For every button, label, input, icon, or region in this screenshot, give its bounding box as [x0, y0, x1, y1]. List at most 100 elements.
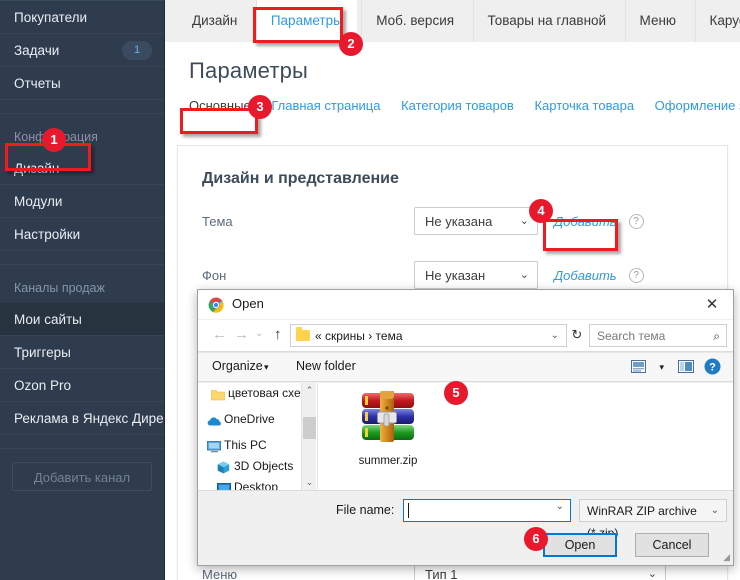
help-icon[interactable]: ? — [628, 267, 644, 283]
tab-menu[interactable]: Меню — [624, 0, 691, 42]
up-icon[interactable]: ↑ — [274, 326, 282, 343]
subtab-product-category[interactable]: Категория товаров — [401, 98, 514, 113]
file-name-label: summer.zip — [358, 455, 418, 467]
highlight-theme-add-link — [543, 219, 618, 251]
screen: Покупатели Задачи 1 Отчеты Конфигурация … — [0, 0, 740, 580]
dialog-toolbar: Organize ▾ New folder ▾ ? — [198, 352, 733, 382]
forward-icon[interactable]: → — [234, 326, 249, 343]
navigation-pane: цветовая схема OneDrive This PC 3D Objec… — [198, 383, 316, 490]
open-button[interactable]: Open — [543, 533, 617, 557]
search-input[interactable]: Search тема ⌕ — [589, 324, 727, 347]
top-tab-bar: Дизайн Параметры Моб. версия Товары на г… — [165, 0, 740, 42]
menu-select-value: Тип 1 — [425, 567, 458, 580]
search-icon: ⌕ — [713, 329, 720, 343]
theme-select-value: Не указана — [425, 214, 493, 229]
nav-item-desktop[interactable]: Desktop — [198, 477, 316, 490]
chevron-down-icon[interactable]: ▾ — [264, 362, 269, 373]
close-icon[interactable]: ✕ — [691, 290, 733, 320]
resize-grip-icon[interactable]: ◢ — [723, 552, 730, 563]
marker-3: 3 — [248, 95, 272, 119]
sidebar-item-modules[interactable]: Модули — [0, 185, 164, 218]
text-caret — [408, 503, 409, 518]
marker-6: 6 — [524, 527, 548, 551]
chevron-down-icon[interactable]: ⌄ — [551, 325, 559, 347]
nav-item-this-pc[interactable]: This PC — [198, 435, 316, 456]
sidebar-item-buyers[interactable]: Покупатели — [0, 1, 164, 34]
sidebar-item-label: Отчеты — [14, 76, 61, 91]
recent-locations-icon[interactable]: ⌄ — [255, 328, 263, 339]
help-icon[interactable]: ? — [628, 213, 644, 229]
scroll-down-icon[interactable]: ⌄ — [302, 475, 316, 490]
page-title: Параметры — [189, 58, 309, 83]
cube-icon — [217, 460, 231, 474]
sidebar-item-yandex-direct-ads[interactable]: Реклама в Яндекс Директ — [0, 402, 164, 435]
tab-design[interactable]: Дизайн — [178, 0, 251, 42]
sidebar-item-label: Настройки — [14, 227, 81, 242]
file-name-input[interactable]: ⌄ — [403, 499, 571, 522]
dialog-nav-bar: ← → ⌄ ↑ « скрины › тема ⌄ ↻ Search тема … — [198, 320, 733, 352]
file-list-pane[interactable]: summer.zip — [317, 383, 733, 490]
sidebar-item-label: Покупатели — [14, 10, 88, 25]
sidebar-spacer-1 — [0, 100, 164, 114]
sidebar-item-label: Задачи — [14, 43, 60, 58]
sidebar-item-triggers[interactable]: Триггеры — [0, 336, 164, 369]
chevron-down-icon[interactable]: ⌄ — [556, 501, 564, 512]
winrar-zip-icon — [362, 391, 414, 442]
dialog-title: Open — [232, 296, 264, 311]
marker-2: 2 — [339, 32, 363, 56]
sidebar-spacer-3 — [0, 435, 164, 449]
desktop-icon — [217, 481, 231, 490]
scroll-up-icon[interactable]: ⌃ — [302, 383, 316, 398]
sidebar-item-tasks[interactable]: Задачи 1 — [0, 34, 164, 67]
dialog-footer: File name: ⌄ WinRAR ZIP archive (*.zip) … — [198, 491, 733, 565]
help-icon[interactable]: ? — [704, 358, 721, 378]
scrollbar-thumb[interactable] — [303, 417, 316, 439]
cancel-button[interactable]: Cancel — [635, 533, 709, 557]
nav-item-onedrive[interactable]: OneDrive — [198, 409, 316, 430]
form-row-theme: Тема Не указана ⌄ Добавить ? — [178, 200, 727, 242]
theme-select[interactable]: Не указана ⌄ — [414, 207, 538, 235]
chevron-down-icon: ⌄ — [519, 269, 529, 281]
new-folder-button[interactable]: New folder — [296, 359, 356, 373]
preview-pane-icon[interactable] — [678, 360, 694, 376]
sidebar-item-my-sites[interactable]: Мои сайты — [0, 303, 164, 336]
background-label: Фон — [202, 267, 227, 283]
nav-item-color-scheme[interactable]: цветовая схема — [198, 383, 316, 404]
chevron-down-icon: ⌄ — [710, 505, 719, 516]
view-mode-icon[interactable] — [631, 360, 646, 376]
theme-label: Тема — [202, 213, 233, 229]
open-file-dialog: Open ✕ ← → ⌄ ↑ « скрины › тема ⌄ ↻ Searc… — [197, 289, 734, 566]
sidebar-item-reports[interactable]: Отчеты — [0, 67, 164, 100]
refresh-icon[interactable]: ↻ — [569, 324, 585, 347]
chevron-down-icon[interactable]: ▾ — [659, 362, 664, 373]
subtab-home-page[interactable]: Главная страница — [271, 98, 380, 113]
tab-home-products[interactable]: Товары на главной — [472, 0, 621, 42]
organize-button[interactable]: Organize — [212, 359, 263, 373]
tab-carousel[interactable]: Карусель — [694, 0, 740, 42]
background-add-link[interactable]: Добавить — [554, 268, 617, 283]
nav-item-label: 3D Objects — [234, 459, 294, 473]
subtab-product-card[interactable]: Карточка товара — [534, 98, 634, 113]
sidebar-item-settings[interactable]: Настройки — [0, 218, 164, 251]
chevron-down-icon: ⌄ — [519, 215, 529, 227]
nav-item-label: This PC — [224, 438, 267, 452]
add-channel-button[interactable]: Добавить канал — [12, 462, 152, 491]
search-placeholder: Search тема — [597, 329, 666, 343]
sidebar-spacer-2 — [0, 251, 164, 265]
sidebar-item-ozon-pro[interactable]: Ozon Pro — [0, 369, 164, 402]
file-item-summer-zip[interactable]: summer.zip — [340, 389, 436, 467]
background-select[interactable]: Не указан ⌄ — [414, 261, 538, 289]
panel-heading: Дизайн и представление — [202, 170, 399, 187]
address-bar[interactable]: « скрины › тема ⌄ — [290, 324, 567, 347]
dialog-title-bar: Open ✕ — [198, 290, 733, 320]
folder-icon — [210, 387, 226, 401]
file-type-select[interactable]: WinRAR ZIP archive (*.zip) ⌄ — [579, 499, 727, 540]
navpane-scrollbar[interactable]: ⌃ ⌄ — [301, 383, 316, 490]
pc-icon — [207, 439, 221, 453]
folder-icon — [296, 327, 310, 341]
nav-item-3d-objects[interactable]: 3D Objects — [198, 456, 316, 477]
sidebar-item-label: Мои сайты — [14, 312, 82, 327]
subtab-checkout[interactable]: Оформление заказа — [655, 98, 740, 113]
tab-mobile-version[interactable]: Моб. версия — [361, 0, 468, 42]
back-icon[interactable]: ← — [212, 326, 227, 343]
